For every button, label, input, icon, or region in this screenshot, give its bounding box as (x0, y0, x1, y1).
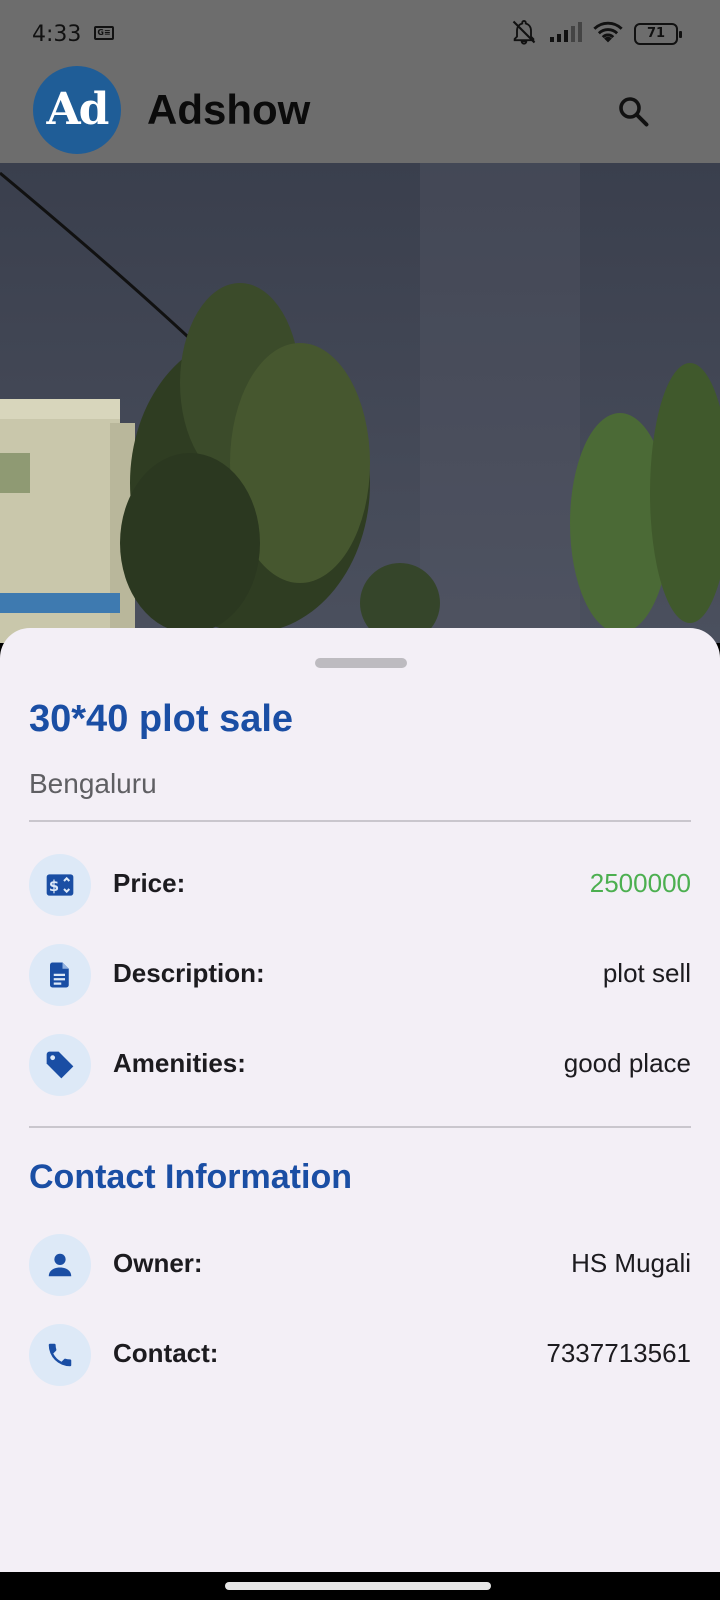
app-logo: Ad (33, 66, 121, 154)
sim-icon: G≡ (94, 26, 114, 40)
system-nav-bar (0, 1572, 720, 1600)
wifi-icon (592, 19, 624, 49)
contact-label: Contact: (113, 1338, 219, 1368)
home-gesture-bar[interactable] (225, 1582, 491, 1590)
details-sheet: 30*40 plot sale Bengaluru $ Price: 25000… (0, 628, 720, 1572)
divider (29, 820, 691, 822)
divider (29, 1126, 691, 1128)
search-icon (619, 97, 649, 127)
top-header: 4:33 G≡ 71 Ad Adshow (0, 0, 720, 163)
search-button[interactable] (608, 86, 658, 136)
amenities-label: Amenities: (113, 1048, 246, 1078)
phone-icon (29, 1324, 91, 1386)
document-icon (29, 944, 91, 1006)
contact-value[interactable]: 7337713561 (546, 1338, 691, 1369)
description-value: plot sell (602, 958, 691, 988)
signal-icon (548, 21, 582, 47)
listing-title: 30*40 plot sale (29, 698, 294, 740)
listing-photo[interactable] (0, 163, 720, 643)
person-icon (29, 1234, 91, 1296)
svg-text:$: $ (49, 878, 59, 895)
listing-photo-image (0, 163, 720, 643)
app-title: Adshow (147, 86, 311, 133)
price-icon: $ (29, 854, 91, 916)
owner-label: Owner: (113, 1248, 203, 1278)
status-icons: 71 (510, 18, 682, 50)
app-bar: Ad Adshow (0, 64, 720, 163)
bell-off-icon (510, 18, 538, 50)
tag-icon (29, 1034, 91, 1096)
owner-row: Owner: HS Mugali (29, 1234, 691, 1296)
owner-value: HS Mugali (571, 1248, 691, 1278)
contact-row[interactable]: Contact: 7337713561 (29, 1324, 691, 1386)
amenities-value: good place (563, 1048, 691, 1078)
description-label: Description: (113, 958, 265, 988)
drag-handle[interactable] (315, 658, 407, 668)
amenities-row: Amenities: good place (29, 1034, 691, 1096)
status-time: 4:33 (32, 22, 82, 47)
battery-icon: 71 (634, 23, 682, 45)
status-bar: 4:33 G≡ 71 (0, 0, 720, 64)
price-value: 2500000 (589, 868, 691, 898)
listing-location: Bengaluru (29, 768, 157, 799)
contact-section-title: Contact Information (29, 1158, 352, 1196)
price-label: Price: (113, 868, 186, 898)
price-row: $ Price: 2500000 (29, 854, 691, 916)
description-row: Description: plot sell (29, 944, 691, 1006)
